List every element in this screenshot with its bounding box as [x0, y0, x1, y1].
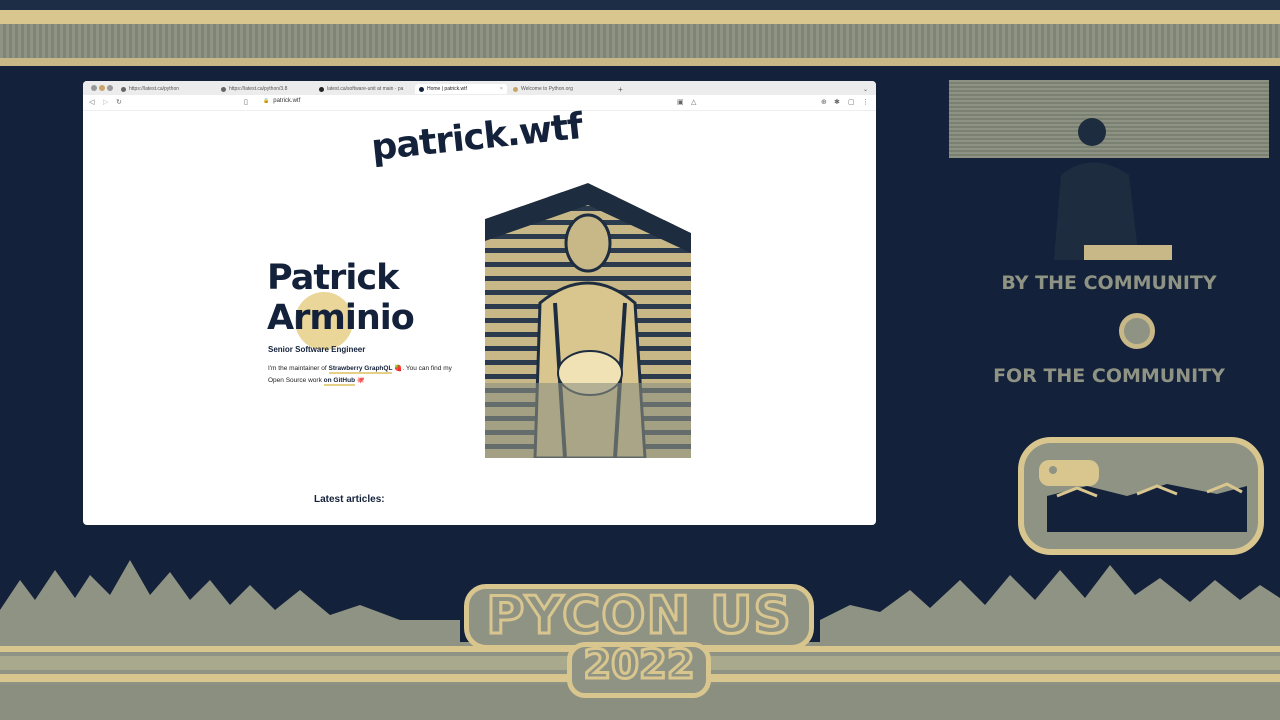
maximize-window-button[interactable] [107, 85, 113, 91]
forward-icon[interactable]: ▷ [103, 98, 108, 106]
pycon-year: 2022 [582, 641, 696, 690]
lock-icon: 🔒 [263, 98, 270, 104]
address-bar[interactable]: 🔒 patrick.wtf [263, 98, 300, 104]
pycon-title: PYCON US [485, 585, 793, 648]
close-tab-icon[interactable]: × [500, 86, 503, 92]
browser-toolbar: ◁ ▷ ↻ ▯ 🔒 patrick.wtf ▣ △ ⊕ ✱ ▢ ⋮ [83, 95, 876, 111]
globe-icon [221, 86, 226, 92]
strawberry-link[interactable]: Strawberry GraphQL [328, 365, 393, 374]
bio: I'm the maintainer of Strawberry GraphQL… [268, 365, 452, 386]
globe-icon [121, 86, 126, 92]
speaker-video [949, 80, 1269, 260]
tab-1[interactable]: https://latest.ca/python [121, 84, 179, 94]
menu-icon[interactable]: ⋮ [862, 98, 869, 106]
pycon-logo: PYCON US 2022 [462, 582, 816, 700]
puzzle-icon[interactable]: ✱ [834, 98, 840, 106]
tab-5[interactable]: Welcome to Python.org [513, 84, 573, 94]
slogan-dot [1119, 313, 1155, 349]
browser-window: https://latest.ca/python https://latest.… [83, 81, 876, 525]
new-tab-button[interactable]: + [618, 84, 623, 94]
top-decorative-band [0, 0, 1280, 66]
tab-3[interactable]: latest.ca/software-unit at main · pa [319, 84, 403, 94]
speaker-figure [1054, 118, 1172, 260]
tab-2[interactable]: https://latest.ca/python/3.8 [221, 84, 287, 94]
hero-name: Patrick Arminio [267, 258, 415, 350]
site-icon [419, 86, 424, 92]
site-logo[interactable]: patrick.wtf [369, 106, 584, 169]
tab-bar: https://latest.ca/python https://latest.… [83, 81, 876, 95]
job-title: Senior Software Engineer [268, 345, 366, 354]
profile-photo [485, 183, 691, 458]
tab-list-chevron-icon[interactable]: ⌄ [863, 84, 868, 94]
slogan-bottom: FOR THE COMMUNITY [993, 365, 1225, 387]
bookmark-icon[interactable]: ▯ [244, 98, 248, 106]
github-link[interactable]: on GitHub [323, 377, 356, 386]
back-icon[interactable]: ◁ [89, 98, 94, 106]
latest-articles-heading: Latest articles: [314, 494, 385, 505]
github-icon [319, 86, 324, 92]
reload-icon[interactable]: ↻ [116, 98, 122, 106]
python-icon [513, 86, 518, 92]
sidebar-icon[interactable]: ▢ [848, 98, 855, 106]
warning-icon[interactable]: △ [691, 98, 696, 106]
python-logo-icon [1018, 437, 1264, 555]
tab-4-active[interactable]: Home | patrick.wtf × [415, 84, 507, 94]
extension-icon[interactable]: ▣ [677, 98, 684, 106]
close-window-button[interactable] [91, 85, 97, 91]
zoom-icon[interactable]: ⊕ [821, 98, 827, 106]
slogan-top: BY THE COMMUNITY [1001, 272, 1217, 294]
minimize-window-button[interactable] [99, 85, 105, 91]
